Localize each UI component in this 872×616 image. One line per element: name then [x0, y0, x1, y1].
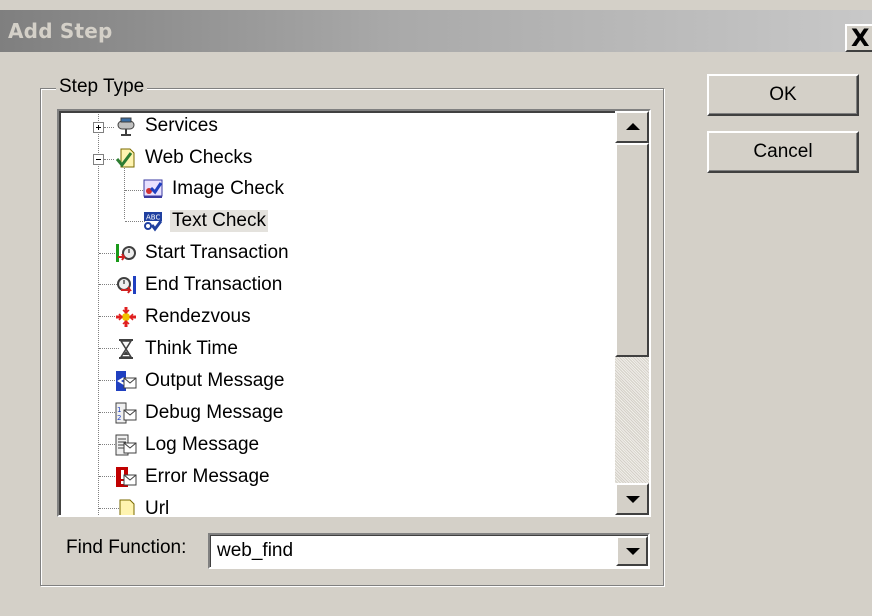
close-icon: X [851, 24, 870, 52]
ok-button[interactable]: OK [707, 74, 859, 116]
tree-viewport: Services Web Checks Image Check ABC Text… [59, 111, 615, 515]
hourglass-icon [119, 339, 133, 359]
tree-item-label: Url [145, 498, 170, 515]
tree-item-label: Log Message [145, 434, 260, 455]
find-function-label: Find Function: [66, 537, 187, 558]
combo-field: web_find [210, 535, 648, 567]
tree-item-label: Web Checks [145, 147, 253, 168]
tree-item-label: Rendezvous [145, 306, 251, 327]
text-check-icon: ABC [144, 212, 163, 232]
tree-connector [104, 159, 114, 160]
chevron-down-icon [626, 548, 640, 555]
step-type-tree[interactable]: Services Web Checks Image Check ABC Text… [57, 109, 651, 517]
rendezvous-icon [116, 307, 136, 327]
web-checks-folder-icon [115, 148, 135, 168]
find-function-value[interactable]: web_find [217, 540, 293, 562]
start-transaction-icon [116, 244, 136, 262]
expand-services-toggle[interactable] [93, 122, 104, 133]
find-function-combobox[interactable]: web_find [208, 533, 650, 569]
log-message-icon [115, 434, 137, 456]
output-message-icon [116, 371, 137, 391]
triangle-down-icon [626, 496, 640, 503]
step-type-legend: Step Type [56, 76, 148, 98]
tree-connector [104, 127, 114, 128]
collapse-web-checks-toggle[interactable] [93, 154, 104, 165]
tree-item-label: Debug Message [145, 402, 284, 423]
debug-message-icon: 1 2 [115, 402, 137, 424]
url-icon [119, 499, 135, 515]
error-message-icon [116, 467, 137, 487]
cancel-button[interactable]: Cancel [707, 131, 859, 173]
title-bar[interactable]: Add Step X [0, 10, 872, 52]
tree-item-label: Image Check [172, 178, 284, 199]
tree-item-label: Start Transaction [145, 242, 289, 263]
tree-item-label: Think Time [145, 338, 238, 359]
window-title: Add Step [8, 19, 113, 43]
tree-vertical-scrollbar[interactable] [615, 111, 649, 515]
tree-item-label: Error Message [145, 466, 270, 487]
end-transaction-icon [117, 276, 136, 294]
tree-item-label: Text Check [170, 210, 268, 232]
scroll-up-button[interactable] [615, 111, 649, 143]
tree-item-label: Output Message [145, 370, 285, 391]
image-check-icon [143, 179, 163, 198]
tree-item-label: End Transaction [145, 274, 283, 295]
close-button[interactable]: X [845, 24, 872, 52]
svg-text:ABC: ABC [146, 214, 160, 222]
svg-text:1: 1 [117, 406, 121, 414]
svg-text:2: 2 [117, 414, 121, 422]
add-step-dialog: Add Step X Step Type Services Web Checks… [0, 0, 872, 616]
services-icon [117, 117, 135, 136]
triangle-up-icon [626, 123, 640, 130]
scroll-down-button[interactable] [615, 483, 649, 515]
scroll-thumb[interactable] [615, 143, 649, 357]
tree-root-line [98, 113, 99, 515]
tree-item-label: Services [145, 115, 218, 136]
combo-dropdown-button[interactable] [616, 536, 648, 566]
